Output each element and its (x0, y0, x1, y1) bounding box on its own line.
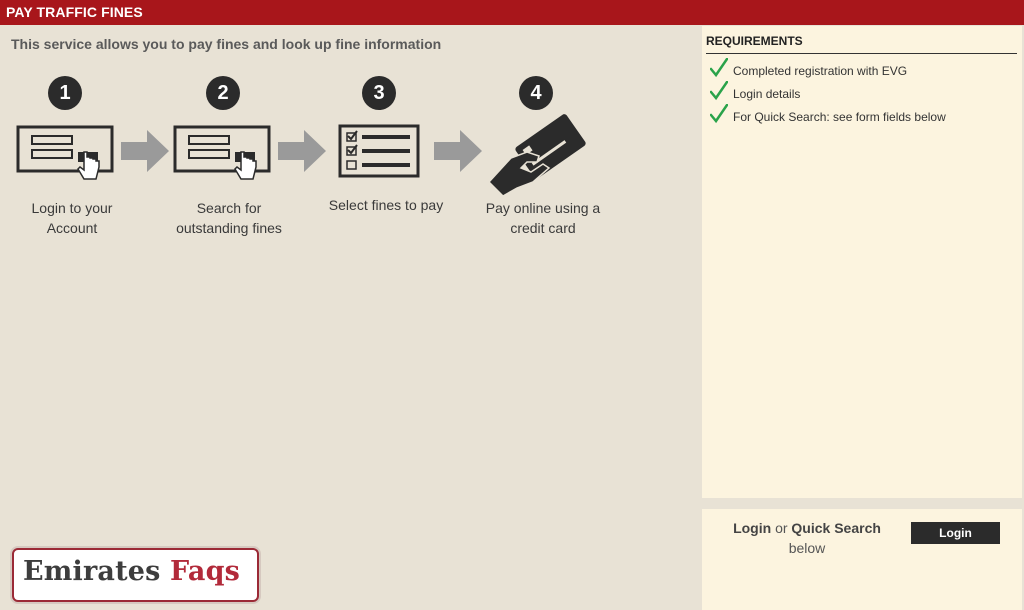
check-icon (710, 81, 728, 101)
divider (706, 53, 1017, 54)
arrow-right-icon (121, 130, 169, 172)
arrow-right-icon (434, 130, 482, 172)
step-4-label: Pay online using a credit card (485, 200, 601, 236)
login-panel: Login or Quick Search below Login (702, 509, 1022, 610)
step-2-number: 2 (206, 76, 240, 110)
requirements-panel: REQUIREMENTS Completed registration with… (702, 26, 1022, 498)
step-1-label: Login to your Account (31, 200, 113, 236)
page-header: PAY TRAFFIC FINES (0, 0, 1024, 25)
step-2-label: Search for outstanding fines (176, 200, 282, 236)
step-4-number: 4 (519, 76, 553, 110)
login-form-icon (16, 125, 114, 180)
check-icon (710, 104, 728, 124)
page-title: PAY TRAFFIC FINES (6, 4, 143, 20)
search-form-icon (173, 125, 271, 180)
check-icon (710, 58, 728, 78)
login-button[interactable]: Login (911, 522, 1000, 544)
login-instructions: Login or Quick Search below (733, 520, 881, 556)
credit-card-hand-icon (487, 114, 586, 196)
checklist-icon (338, 124, 420, 178)
requirements-title: REQUIREMENTS (706, 34, 803, 48)
brand-logo: Emirates Faqs (12, 548, 259, 602)
intro-text: This service allows you to pay fines and… (11, 36, 442, 52)
step-3-label: Select fines to pay (328, 197, 444, 213)
step-1-number: 1 (48, 76, 82, 110)
step-3-number: 3 (362, 76, 396, 110)
arrow-right-icon (278, 130, 326, 172)
